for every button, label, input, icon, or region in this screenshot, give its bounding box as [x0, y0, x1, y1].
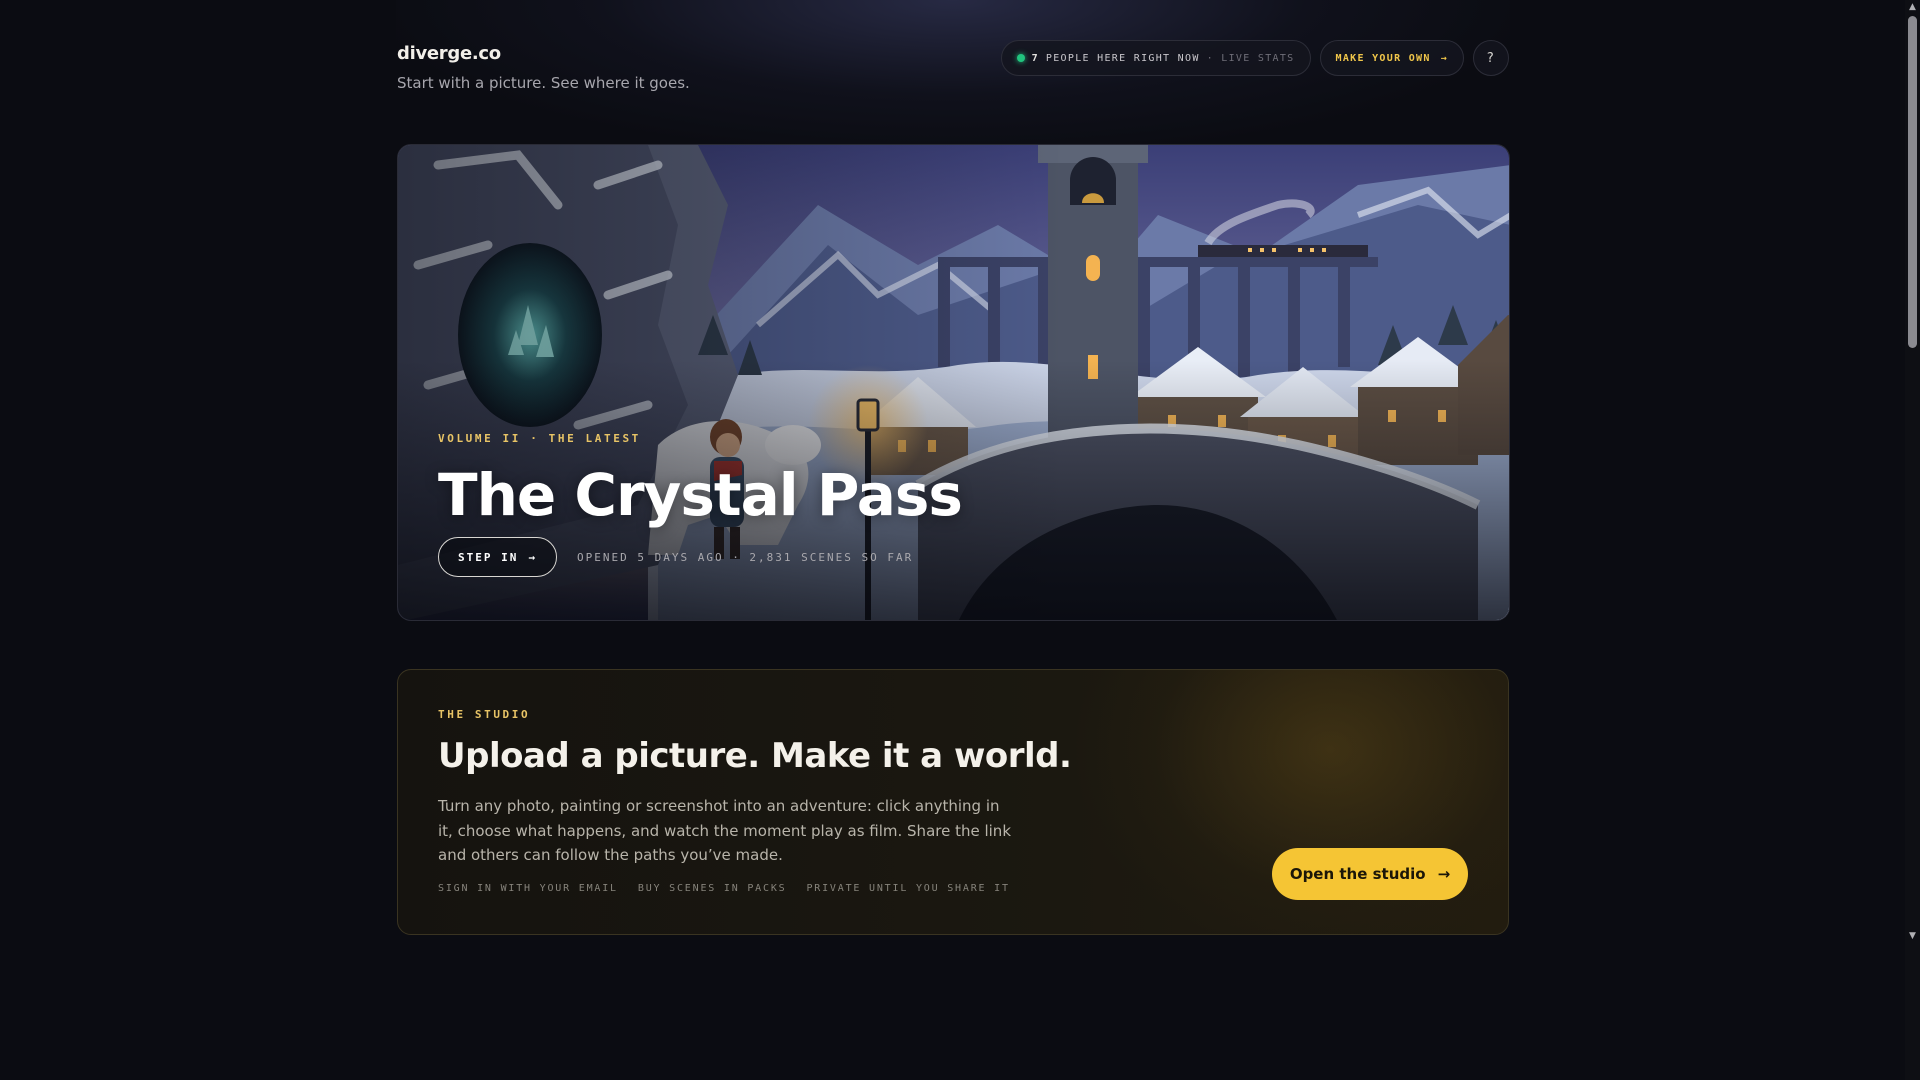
live-stats-link[interactable]: · LIVE STATS	[1207, 53, 1295, 64]
studio-card: THE STUDIO Upload a picture. Make it a w…	[397, 669, 1509, 935]
arrow-right-icon: →	[528, 550, 537, 564]
help-button[interactable]: ?	[1473, 40, 1509, 76]
step-in-button[interactable]: STEP IN →	[438, 537, 557, 577]
make-your-own-label: MAKE YOUR OWN	[1335, 52, 1431, 64]
studio-tag: SIGN IN WITH YOUR EMAIL	[438, 883, 618, 894]
live-count: 7	[1031, 52, 1039, 64]
hero-card[interactable]: VOLUME II · THE LATEST The Crystal Pass …	[397, 144, 1510, 621]
hero-content: VOLUME II · THE LATEST The Crystal Pass …	[438, 432, 963, 577]
help-icon: ?	[1486, 50, 1496, 66]
live-indicator-icon	[1016, 54, 1025, 62]
hero-meta: OPENED 5 DAYS AGO · 2,831 SCENES SO FAR	[576, 550, 914, 564]
make-your-own-button[interactable]: MAKE YOUR OWN →	[1319, 40, 1464, 76]
scroll-up-icon[interactable]: ▲	[1905, 0, 1920, 15]
header-actions: 7 PEOPLE HERE RIGHT NOW · LIVE STATS MAK…	[1000, 40, 1509, 76]
studio-tag: BUY SCENES IN PACKS	[637, 883, 787, 894]
hero-actions: STEP IN → OPENED 5 DAYS AGO · 2,831 SCEN…	[438, 537, 962, 577]
studio-tags: SIGN IN WITH YOUR EMAIL BUY SCENES IN PA…	[438, 883, 1010, 894]
arrow-right-icon: →	[1437, 865, 1451, 883]
open-studio-label: Open the studio	[1289, 865, 1426, 883]
hero-title: The Crystal Pass	[438, 461, 963, 529]
tagline: Start with a picture. See where it goes.	[397, 74, 690, 92]
open-studio-button[interactable]: Open the studio →	[1272, 848, 1468, 900]
studio-eyebrow: THE STUDIO	[438, 708, 531, 721]
scrollbar-thumb[interactable]	[1908, 16, 1917, 348]
step-in-label: STEP IN	[458, 550, 519, 564]
live-stats-pill[interactable]: 7 PEOPLE HERE RIGHT NOW · LIVE STATS	[1000, 40, 1311, 76]
scroll-down-icon[interactable]: ▼	[1905, 929, 1920, 944]
studio-description: Turn any photo, painting or screenshot i…	[438, 797, 1012, 864]
arrow-right-icon: →	[1440, 52, 1448, 64]
brand-logo[interactable]: diverge.co	[397, 43, 501, 64]
page-scrollbar[interactable]: ▲ ▼	[1905, 0, 1920, 1080]
live-label: PEOPLE HERE RIGHT NOW	[1045, 52, 1200, 64]
studio-tag: PRIVATE UNTIL YOU SHARE IT	[806, 883, 1010, 894]
hero-eyebrow: VOLUME II · THE LATEST	[438, 432, 641, 445]
studio-title: Upload a picture. Make it a world.	[438, 736, 1072, 776]
